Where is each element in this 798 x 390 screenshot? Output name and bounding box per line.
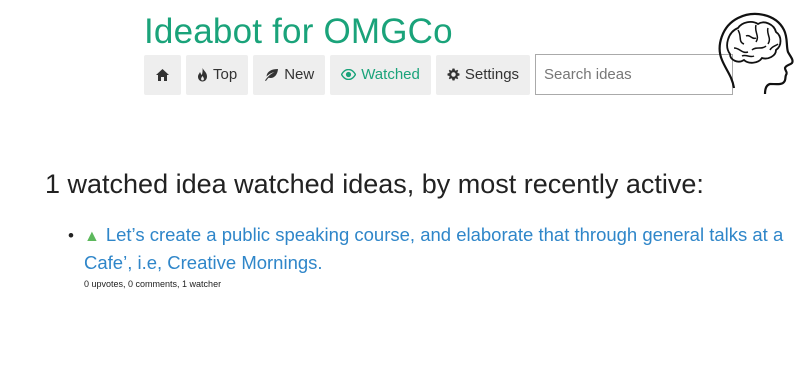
upvote-arrow-icon[interactable]: ▲ — [84, 228, 100, 245]
settings-label: Settings — [464, 66, 520, 83]
fire-icon — [197, 67, 208, 82]
watched-button[interactable]: Watched — [330, 54, 431, 95]
search-input[interactable] — [535, 54, 734, 95]
top-button[interactable]: Top — [186, 54, 249, 95]
ideas-list: • ▲ Let’s create a public speaking course… — [64, 222, 792, 289]
idea-title: Let’s create a public speaking course, a… — [84, 224, 784, 273]
top-label: Top — [213, 66, 238, 83]
brain-head-logo — [712, 10, 796, 96]
page-heading: 1 watched idea watched ideas, by most re… — [45, 169, 704, 199]
home-icon — [155, 68, 170, 82]
new-label: New — [284, 66, 315, 83]
home-button[interactable] — [144, 54, 181, 95]
gear-icon — [447, 68, 460, 81]
list-item: • ▲ Let’s create a public speaking course… — [64, 222, 792, 289]
new-button[interactable]: New — [253, 54, 326, 95]
app-title: Ideabot for OMGCo — [144, 12, 453, 51]
idea-link[interactable]: ▲ Let’s create a public speaking course, … — [84, 224, 783, 273]
bullet: • — [68, 226, 74, 245]
eye-icon — [341, 69, 357, 80]
settings-button[interactable]: Settings — [435, 54, 531, 95]
leaf-icon — [264, 68, 279, 81]
watched-label: Watched — [361, 66, 420, 83]
idea-meta: 0 upvotes, 0 comments, 1 watcher — [84, 279, 222, 289]
main-nav: Top New Watched Settings — [144, 54, 734, 95]
